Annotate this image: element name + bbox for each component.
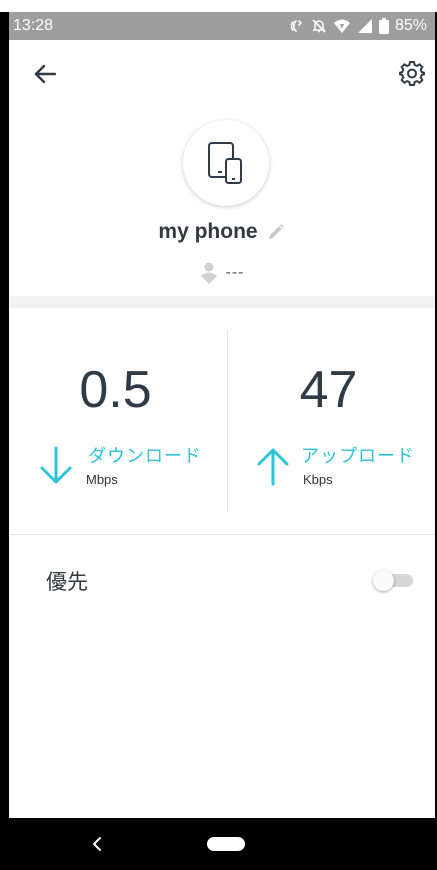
pencil-icon[interactable]	[266, 222, 286, 242]
tablet-phone-icon	[208, 142, 242, 184]
battery-percent: 85%	[394, 17, 427, 34]
upload-column: 47 アップロード Kbps	[222, 308, 435, 534]
priority-label: 優先	[46, 571, 88, 594]
download-value: 0.5	[79, 361, 152, 419]
nav-bar	[9, 818, 435, 870]
arrow-up-icon	[257, 448, 289, 486]
gear-icon[interactable]	[399, 60, 425, 86]
speed-panel: 0.5 ダウンロード Mbps 47 アップロード Kbps	[9, 308, 435, 534]
status-icons: 85%	[289, 17, 427, 35]
wifi-icon	[333, 19, 350, 33]
status-time: 13:28	[13, 17, 54, 34]
upload-value: 47	[299, 361, 358, 419]
battery-icon	[378, 18, 389, 34]
signal-icon	[357, 19, 372, 33]
device-name-row: my phone	[9, 216, 435, 248]
download-label: ダウンロード	[88, 446, 202, 466]
upload-unit: Kbps	[303, 472, 333, 487]
section-divider-line	[9, 534, 435, 535]
bell-off-icon	[312, 19, 326, 33]
arrow-left-icon[interactable]	[31, 60, 59, 88]
person-icon	[200, 262, 217, 284]
priority-row: 優先	[9, 560, 435, 600]
device-avatar	[183, 120, 269, 206]
app-bar	[9, 40, 435, 106]
status-bar: 13:28 85%	[9, 12, 435, 40]
nav-back-icon[interactable]	[87, 834, 107, 854]
owner-text: ---	[225, 264, 245, 281]
nav-home-pill[interactable]	[207, 837, 245, 851]
device-name: my phone	[158, 220, 258, 243]
upload-label: アップロード	[301, 446, 415, 466]
toggle-knob	[373, 570, 394, 591]
download-unit: Mbps	[86, 472, 118, 487]
top-strip	[0, 0, 437, 12]
download-column: 0.5 ダウンロード Mbps	[9, 308, 222, 534]
upload-label-row: アップロード Kbps	[222, 442, 435, 488]
download-label-row: ダウンロード Mbps	[9, 442, 222, 488]
priority-toggle[interactable]	[373, 569, 415, 591]
nfc-icon	[290, 20, 303, 32]
arrow-down-icon	[40, 446, 72, 484]
owner-row: ---	[9, 260, 435, 286]
section-divider	[9, 296, 435, 308]
